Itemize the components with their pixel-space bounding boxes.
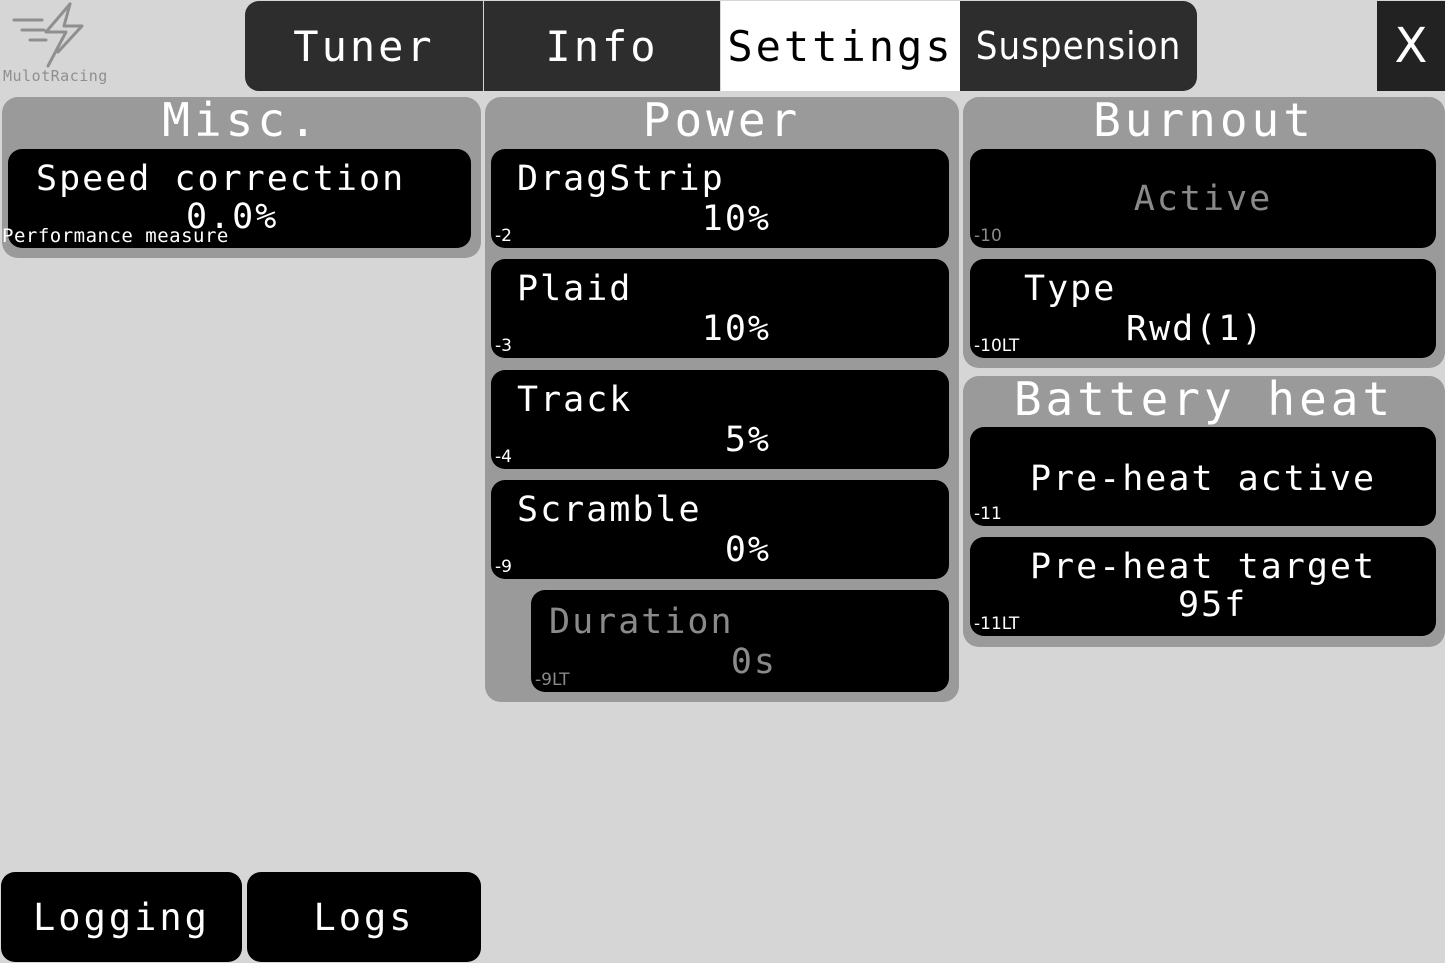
speed-correction-tile[interactable]: Speed correction 0.0% Performance measur… <box>2 149 471 248</box>
power-item-label: Scramble <box>517 490 702 530</box>
burnout-active-label: Active <box>1133 179 1273 219</box>
burnout-type-tile[interactable]: Type Rwd(1) -10LT <box>970 259 1436 358</box>
burnout-active-tile[interactable]: Active -10 <box>970 149 1436 248</box>
panel-power: Power DragStrip 10% -2 Plaid 10% -3 Trac… <box>485 93 959 702</box>
power-item-value: 5% <box>724 420 771 460</box>
preheat-active-label: Pre-heat active <box>1029 459 1377 499</box>
tab-tuner[interactable]: Tuner <box>245 1 483 91</box>
close-button[interactable]: X <box>1377 1 1445 91</box>
burnout-type-code: -10LT <box>974 336 1020 356</box>
power-item-code: -4 <box>495 447 512 467</box>
power-item-dragstrip[interactable]: DragStrip 10% -2 <box>491 149 949 248</box>
power-item-track[interactable]: Track 5% -4 <box>491 370 949 469</box>
power-item-label: Track <box>517 380 633 420</box>
power-item-scramble[interactable]: Scramble 0% -9 <box>491 480 949 579</box>
panel-title-battery-heat: Battery heat <box>1013 372 1395 426</box>
preheat-active-code: -11 <box>974 504 1002 524</box>
tab-info[interactable]: Info <box>484 1 720 91</box>
tab-suspension[interactable]: Suspension <box>960 1 1197 91</box>
power-item-value: 10% <box>701 199 771 239</box>
power-item-plaid[interactable]: Plaid 10% -3 <box>491 259 949 358</box>
panel-title-burnout: Burnout <box>1093 93 1315 147</box>
burnout-type-label: Type <box>1024 269 1117 309</box>
panel-title-power: Power <box>642 93 802 147</box>
power-item-label: DragStrip <box>517 159 725 199</box>
tab-settings[interactable]: Settings <box>721 1 960 91</box>
power-item-code: -3 <box>495 336 512 356</box>
burnout-type-value: Rwd(1) <box>1126 309 1265 349</box>
power-item-value: 10% <box>701 309 771 349</box>
lightning-bolt-icon <box>12 2 84 68</box>
panel-battery-heat: Battery heat Pre-heat active -11 Pre-hea… <box>963 372 1445 647</box>
duration-label: Duration <box>549 602 734 642</box>
panel-burnout: Burnout Active -10 Type Rwd(1) -10LT <box>963 93 1445 368</box>
preheat-active-tile[interactable]: Pre-heat active -11 <box>970 427 1436 526</box>
preheat-target-tile[interactable]: Pre-heat target 95f -11LT <box>970 537 1436 636</box>
logs-button[interactable]: Logs <box>247 872 481 962</box>
duration-value: 0s <box>730 642 777 682</box>
preheat-target-label: Pre-heat target <box>1029 547 1377 587</box>
preheat-target-code: -11LT <box>974 614 1020 634</box>
preheat-target-value: 95f <box>1178 585 1248 625</box>
power-item-value: 0% <box>724 530 771 570</box>
logo-text: MulotRacing <box>3 67 108 85</box>
panel-misc: Misc. Speed correction 0.0% Performance … <box>2 93 481 258</box>
panel-title-misc: Misc. <box>162 93 321 147</box>
power-item-label: Plaid <box>517 269 633 309</box>
speed-correction-label: Speed correction <box>36 159 406 199</box>
performance-measure-label: Performance measure <box>2 225 229 247</box>
burnout-active-code: -10 <box>974 226 1002 246</box>
logging-button[interactable]: Logging <box>1 872 242 962</box>
power-item-code: -2 <box>495 226 512 246</box>
logo: MulotRacing <box>0 0 140 92</box>
power-item-code: -9 <box>495 557 512 577</box>
duration-tile[interactable]: Duration 0s -9LT <box>531 590 949 692</box>
duration-code: -9LT <box>535 670 570 690</box>
